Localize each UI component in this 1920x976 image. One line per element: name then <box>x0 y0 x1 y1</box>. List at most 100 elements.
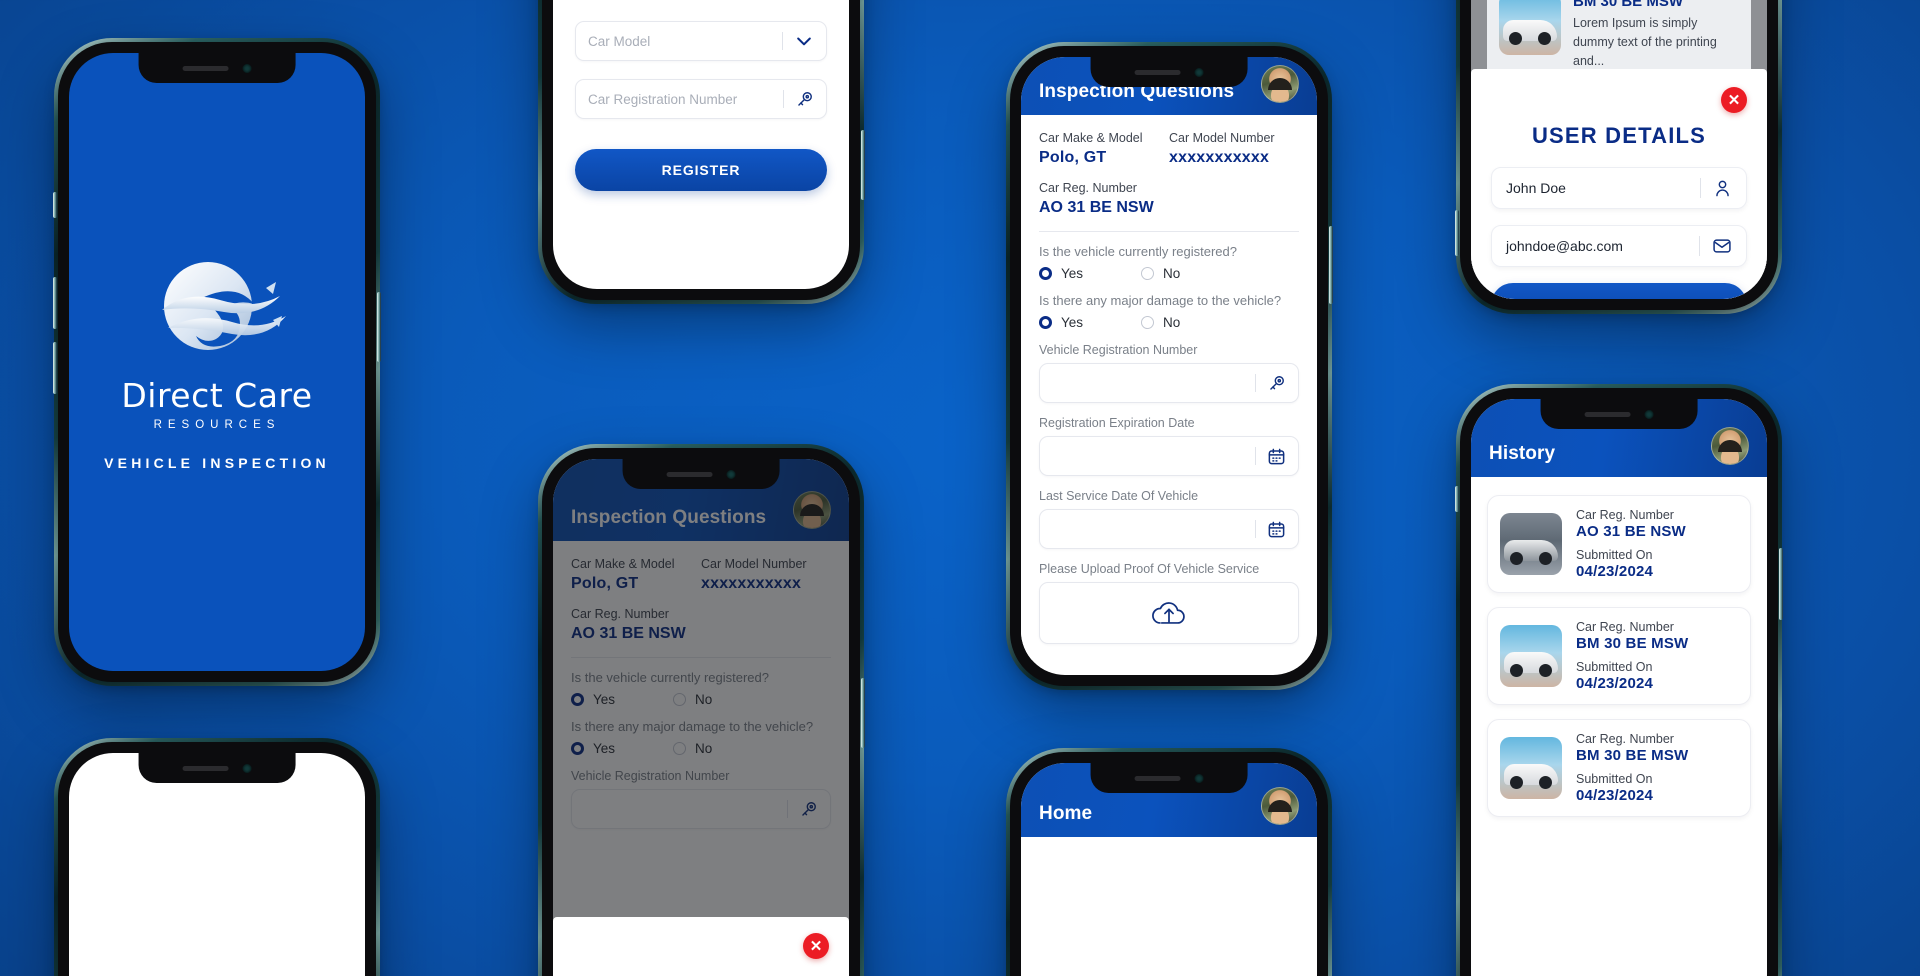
blank-screen <box>69 753 365 976</box>
radio-label: No <box>1163 266 1181 281</box>
car-registration-input[interactable]: Car Registration Number <box>575 79 827 119</box>
avatar[interactable] <box>1711 427 1749 465</box>
brand-logo-icon <box>142 254 292 372</box>
phone-button-volup[interactable] <box>53 277 57 329</box>
phone-history: History Car Reg. Number AO 31 BE NSW Sub… <box>1455 384 1783 976</box>
question-registered-options: Yes No <box>1039 266 1299 281</box>
user-icon[interactable] <box>1713 179 1732 198</box>
home-screen: Home <box>1021 763 1317 976</box>
car-wheel <box>1509 552 1523 566</box>
question-damage-label: Is there any major damage to the vehicle… <box>1039 293 1282 308</box>
phone-button-volume[interactable] <box>1455 210 1459 256</box>
radio-registered-no[interactable]: No <box>1141 266 1180 281</box>
inspection-body: Car Make & Model Polo, GT Car Model Numb… <box>1021 115 1317 660</box>
splash-screen: Direct Care RESOURCES VEHICLE INSPECTION <box>69 53 365 671</box>
radio-label: Yes <box>1061 315 1084 330</box>
cloud-upload-icon[interactable] <box>1150 596 1188 630</box>
car-thumbnail <box>1500 737 1562 799</box>
field-separator <box>1700 178 1701 198</box>
close-icon[interactable]: ✕ <box>803 933 829 959</box>
phone-notch <box>1090 57 1248 87</box>
page-title: Home <box>1039 803 1093 824</box>
list-item[interactable]: Car Reg. Number BM 30 BE MSW Submitted O… <box>1487 607 1751 705</box>
field-separator <box>1255 520 1256 538</box>
phone-button-mute[interactable] <box>1455 486 1459 512</box>
car-wheel <box>1509 776 1523 790</box>
section-divider <box>1039 231 1299 232</box>
vehicle-reg-number-input[interactable] <box>1039 363 1299 403</box>
car-reg-number-value: AO 31 BE NSW <box>1576 523 1686 540</box>
chevron-down-icon[interactable] <box>794 31 814 51</box>
radio-dot-off <box>1141 267 1155 280</box>
mail-icon[interactable] <box>1712 236 1732 256</box>
phone-button-power[interactable] <box>861 130 865 200</box>
phone-notch <box>1090 763 1248 793</box>
key-icon[interactable] <box>795 90 814 109</box>
radio-damage-yes[interactable]: Yes <box>1039 315 1083 330</box>
registration-expiration-input[interactable] <box>1039 436 1299 476</box>
car-registration-placeholder: Car Registration Number <box>588 91 738 107</box>
avatar[interactable] <box>1261 787 1299 825</box>
field-separator <box>1255 374 1256 392</box>
car-reg-number-label: Car Reg. Number <box>1039 181 1137 195</box>
phone-button-power[interactable] <box>377 292 381 362</box>
calendar-icon[interactable] <box>1267 520 1286 539</box>
earpiece-speaker <box>182 765 229 771</box>
car-wheel <box>1539 776 1553 790</box>
user-email-value: johndoe@abc.com <box>1506 238 1623 254</box>
car-reg-number-label: Car Reg. Number <box>1576 732 1674 746</box>
car-model-number-block: Car Model Number xxxxxxxxxxx <box>1169 131 1299 167</box>
last-service-date-label: Last Service Date Of Vehicle <box>1039 489 1199 503</box>
question-damage-options: Yes No <box>1039 315 1299 330</box>
radio-dot-on <box>1039 316 1052 329</box>
user-details-screen: BM 30 BE MSW Lorem Ipsum is simply dummy… <box>1471 0 1767 299</box>
phone-button-power[interactable] <box>1779 548 1783 620</box>
radio-registered-yes[interactable]: Yes <box>1039 266 1083 281</box>
list-item[interactable]: Car Reg. Number AO 31 BE NSW Submitted O… <box>1487 495 1751 593</box>
list-item[interactable]: Car Reg. Number BM 30 BE MSW Submitted O… <box>1487 719 1751 817</box>
field-separator <box>783 90 784 108</box>
register-button[interactable]: REGISTER <box>575 149 827 191</box>
car-make-model-value: Polo, GT <box>1039 149 1107 166</box>
avatar[interactable] <box>1261 65 1299 103</box>
phone-button-voldown[interactable] <box>53 342 57 394</box>
calendar-icon[interactable] <box>1267 447 1286 466</box>
background-card-title: BM 30 BE MSW <box>1573 0 1684 10</box>
submitted-on-label: Submitted On <box>1576 548 1653 562</box>
car-reg-number-value: BM 30 BE MSW <box>1576 635 1689 652</box>
phone-notch <box>1540 399 1698 429</box>
register-screen: Car Model Car Registration Number REGIST… <box>553 0 849 289</box>
car-make-model-block: Car Make & Model Polo, GT <box>1039 131 1169 167</box>
splash-content: Direct Care RESOURCES VEHICLE INSPECTION <box>69 53 365 671</box>
earpiece-speaker <box>666 471 713 477</box>
earpiece-speaker <box>1134 775 1181 781</box>
history-list: Car Reg. Number AO 31 BE NSW Submitted O… <box>1471 477 1767 976</box>
car-model-select[interactable]: Car Model <box>575 21 827 61</box>
user-name-field[interactable]: John Doe <box>1491 167 1747 209</box>
user-email-field[interactable]: johndoe@abc.com <box>1491 225 1747 267</box>
car-make-model-label: Car Make & Model <box>1039 131 1143 145</box>
question-registered-label: Is the vehicle currently registered? <box>1039 244 1237 259</box>
exit-application-button[interactable]: EXIT THE APPLICATION <box>1491 283 1747 299</box>
car-wheel <box>1538 32 1552 46</box>
earpiece-speaker <box>1584 411 1631 417</box>
brand-name: Direct Care <box>121 375 313 415</box>
phone-user-details: BM 30 BE MSW Lorem Ipsum is simply dummy… <box>1455 0 1782 314</box>
radio-damage-no[interactable]: No <box>1141 315 1180 330</box>
phone-button-power[interactable] <box>1329 226 1333 304</box>
car-reg-number-block: Car Reg. Number AO 31 BE NSW <box>1039 181 1299 217</box>
modal-dim-overlay[interactable] <box>553 459 849 976</box>
last-service-date-input[interactable] <box>1039 509 1299 549</box>
registration-expiration-label: Registration Expiration Date <box>1039 416 1195 430</box>
phone-inspection-dim: Inspection Questions Car Make & Model Po… <box>538 444 865 976</box>
earpiece-speaker <box>1134 69 1181 75</box>
upload-proof-dropzone[interactable] <box>1039 582 1299 644</box>
phone-button-mute[interactable] <box>53 192 57 218</box>
close-icon[interactable]: ✕ <box>1721 87 1747 113</box>
phone-bottom-left-partial <box>54 738 380 976</box>
submitted-on-value: 04/23/2024 <box>1576 563 1654 580</box>
front-camera <box>726 469 736 479</box>
key-icon[interactable] <box>1267 374 1286 393</box>
car-wheel <box>1509 664 1523 678</box>
phone-button-power[interactable] <box>861 678 865 748</box>
